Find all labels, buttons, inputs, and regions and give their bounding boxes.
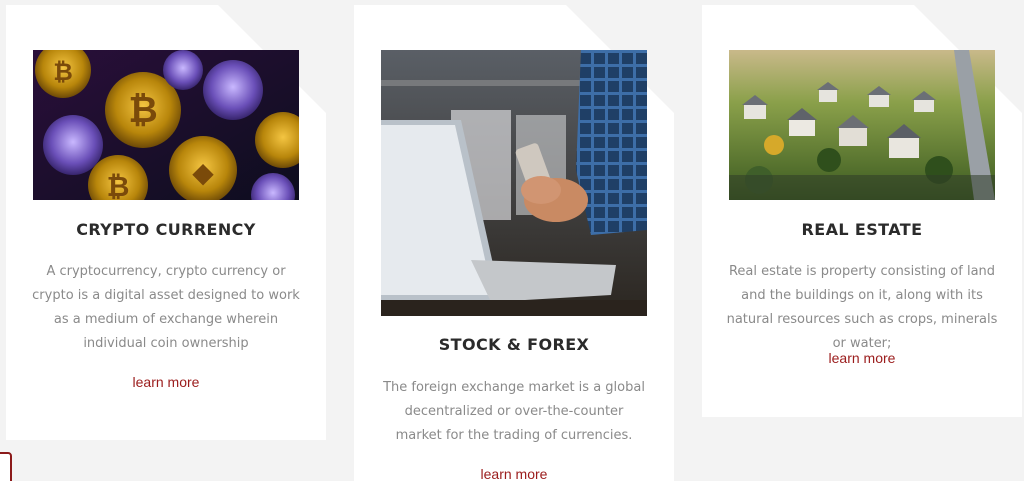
svg-text:◆: ◆	[192, 156, 214, 189]
service-card-crypto: ₿ ₿ ₿ ◆ CRYPTO CURRENCY A cryptocurrency…	[6, 5, 326, 440]
services-section: ₿ ₿ ₿ ◆ CRYPTO CURRENCY A cryptocurrency…	[0, 0, 1024, 481]
chat-widget-button[interactable]	[0, 452, 12, 481]
card-description: A cryptocurrency, crypto currency or cry…	[32, 264, 300, 351]
card-title: STOCK & FOREX	[438, 335, 590, 354]
card-description: The foreign exchange market is a global …	[383, 380, 645, 443]
card-title: CRYPTO CURRENCY	[76, 220, 256, 239]
service-card-stock-forex: STOCK & FOREX The foreign exchange marke…	[354, 5, 674, 481]
laptop-trader-image	[381, 50, 647, 316]
service-card-real-estate: REAL ESTATE Real estate is property cons…	[702, 5, 1022, 417]
learn-more-link[interactable]: learn more	[354, 466, 674, 481]
card-title: REAL ESTATE	[801, 220, 923, 239]
svg-text:₿: ₿	[107, 170, 130, 200]
learn-more-link[interactable]: learn more	[6, 374, 326, 390]
svg-text:₿: ₿	[128, 90, 157, 131]
crypto-coins-image: ₿ ₿ ₿ ◆	[33, 50, 299, 200]
learn-more-link[interactable]: learn more	[702, 350, 1022, 366]
svg-text:₿: ₿	[53, 58, 73, 86]
houses-aerial-image	[729, 50, 995, 200]
card-description: Real estate is property consisting of la…	[726, 264, 998, 351]
